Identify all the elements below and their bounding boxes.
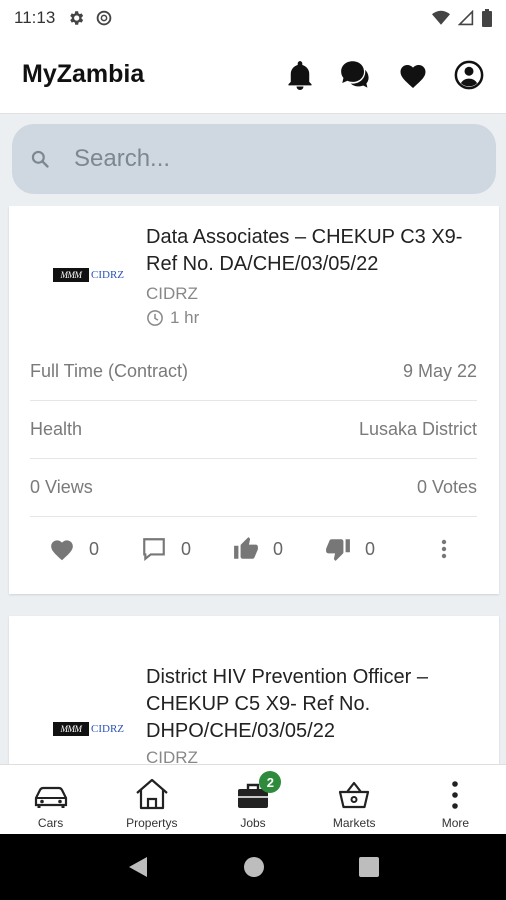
job-date: 9 May 22: [402, 361, 477, 381]
back-icon[interactable]: [127, 855, 149, 879]
thumbs-down-icon: [326, 539, 350, 561]
basket-icon: [339, 781, 370, 809]
nav-label: Propertys: [126, 816, 178, 830]
job-type: Full Time (Contract): [30, 361, 189, 381]
logo-text: CIDRZ: [91, 723, 124, 735]
comment-icon: [143, 538, 165, 562]
settings-icon: [70, 11, 84, 25]
like-count: 0: [89, 538, 100, 559]
bell-icon[interactable]: [286, 60, 314, 90]
job-votes: 0 Votes: [416, 477, 477, 497]
job-views: 0 Views: [30, 477, 93, 497]
nav-item-markets[interactable]: Markets: [304, 765, 405, 834]
search-bar[interactable]: [12, 124, 496, 194]
jobs-badge: 2: [259, 771, 282, 793]
app-title: MyZambia: [22, 60, 145, 88]
heart-icon: [51, 540, 73, 561]
comment-count: 0: [181, 538, 192, 559]
posted-time: 1 hr: [146, 308, 199, 328]
heart-icon[interactable]: [398, 61, 428, 89]
signal-icon: [458, 10, 474, 26]
job-location: Lusaka District: [358, 419, 477, 439]
status-time: 11:13: [14, 8, 56, 27]
job-title[interactable]: Data Associates – CHEKUP C3 X9- Ref No. …: [146, 224, 481, 278]
logo-text: CIDRZ: [91, 269, 124, 281]
nav-item-propertys[interactable]: Propertys: [101, 765, 202, 834]
bottom-nav: Cars Propertys 2 Jobs Markets More: [0, 764, 506, 834]
status-bar: 11:13: [0, 0, 506, 36]
account-icon[interactable]: [454, 60, 484, 90]
nav-item-cars[interactable]: Cars: [0, 765, 101, 834]
recents-icon[interactable]: [359, 857, 379, 877]
chat-icon[interactable]: [340, 60, 372, 90]
job-category: Health: [30, 419, 83, 439]
like-action[interactable]: 0: [49, 537, 141, 561]
logo-mark: MMM: [53, 722, 89, 736]
info-row-stats: 0 Views 0 Votes: [30, 459, 477, 517]
downvote-action[interactable]: 0: [325, 536, 417, 562]
app-bar: MyZambia: [0, 36, 506, 114]
company-name: CIDRZ: [146, 284, 198, 303]
nav-label: More: [441, 816, 470, 830]
house-icon: [136, 778, 168, 810]
comment-action[interactable]: 0: [141, 536, 233, 562]
info-row-category: Health Lusaka District: [30, 401, 477, 459]
nav-label: Cars: [37, 816, 64, 830]
company-logo: MMM CIDRZ: [53, 722, 124, 736]
card-actions: 0 0 0 0: [49, 536, 469, 562]
wifi-icon: [432, 10, 450, 25]
clock-icon: [147, 310, 163, 326]
nav-label: Markets: [332, 816, 376, 830]
job-card[interactable]: MMM CIDRZ Data Associates – CHEKUP C3 X9…: [9, 206, 499, 594]
upvote-count: 0: [273, 538, 284, 559]
company-logo: MMM CIDRZ: [53, 268, 124, 282]
posted-time-label: 1 hr: [170, 308, 200, 327]
more-vertical-icon: [452, 781, 459, 809]
more-vertical-icon[interactable]: [441, 539, 447, 559]
logo-mark: MMM: [53, 268, 89, 282]
system-nav-bar: [0, 834, 506, 900]
upvote-action[interactable]: 0: [233, 536, 325, 562]
car-icon: [34, 786, 67, 808]
home-icon[interactable]: [243, 856, 265, 878]
company-name: CIDRZ: [146, 748, 198, 764]
nav-item-more[interactable]: More: [405, 765, 506, 834]
data-saver-icon: [96, 10, 112, 26]
thumbs-up-icon: [234, 537, 258, 559]
info-row-type: Full Time (Contract) 9 May 22: [30, 343, 477, 401]
downvote-count: 0: [365, 538, 376, 559]
search-input[interactable]: [74, 145, 454, 173]
job-title[interactable]: District HIV Prevention Officer – CHEKUP…: [146, 664, 481, 745]
battery-icon: [482, 9, 492, 27]
job-feed: MMM CIDRZ Data Associates – CHEKUP C3 X9…: [0, 206, 506, 764]
job-card[interactable]: MMM CIDRZ District HIV Prevention Office…: [9, 616, 499, 764]
nav-item-jobs[interactable]: 2 Jobs: [202, 765, 303, 834]
search-icon: [31, 150, 49, 168]
nav-label: Jobs: [240, 816, 266, 830]
